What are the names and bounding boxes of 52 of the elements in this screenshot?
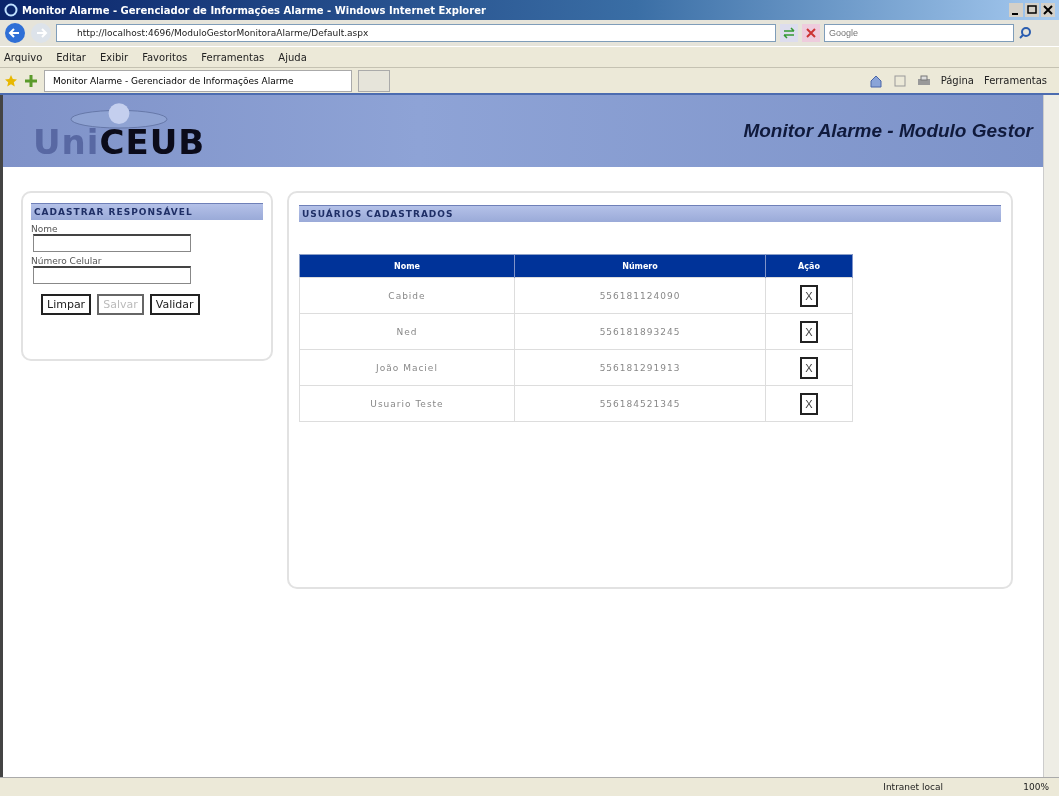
add-favorite-icon[interactable] bbox=[24, 73, 38, 88]
command-menu[interactable]: Página bbox=[940, 75, 974, 86]
delete-button[interactable]: X bbox=[800, 284, 818, 307]
table-cell: 556181893245 bbox=[599, 326, 681, 337]
star-icon[interactable] bbox=[4, 73, 18, 88]
table-cell: Cabide bbox=[388, 290, 426, 301]
maximize-button[interactable] bbox=[1025, 3, 1039, 17]
browser-logo-icon bbox=[4, 3, 18, 17]
delete-button[interactable]: X bbox=[800, 356, 818, 379]
input-field[interactable] bbox=[33, 266, 191, 284]
refresh-icon[interactable] bbox=[780, 24, 798, 42]
table-cell: 556184521345 bbox=[599, 398, 681, 409]
field-label: Número Celular bbox=[31, 256, 103, 266]
delete-button[interactable]: X bbox=[800, 392, 818, 415]
menu-item[interactable]: Favoritos bbox=[142, 51, 188, 63]
stop-icon[interactable] bbox=[802, 24, 820, 42]
form-button[interactable]: Limpar bbox=[41, 294, 92, 315]
address-field[interactable]: http://localhost:4696/ModuloGestorMonitoraAlarme/Default.aspx bbox=[56, 24, 776, 42]
home-icon[interactable] bbox=[868, 73, 883, 88]
menu-item[interactable]: Arquivo bbox=[4, 51, 43, 63]
window-title: Monitor Alarme - Gerenciador de Informações Alarme - Windows Internet Explorer bbox=[22, 4, 487, 16]
table-cell: João Maciel bbox=[376, 362, 438, 373]
table-cell: Ned bbox=[396, 326, 418, 337]
vertical-scrollbar[interactable] bbox=[1043, 95, 1059, 777]
column-header: Número bbox=[514, 254, 766, 278]
section-title: CADASTRAR RESPONSÁVEL bbox=[31, 203, 263, 220]
search-icon[interactable] bbox=[1018, 26, 1032, 40]
delete-button[interactable]: X bbox=[800, 320, 818, 343]
zone-indicator: Intranet local bbox=[883, 782, 944, 792]
back-icon[interactable] bbox=[4, 22, 26, 44]
table-cell: Usuario Teste bbox=[370, 398, 444, 409]
close-button[interactable] bbox=[1041, 3, 1055, 17]
form-button[interactable]: Validar bbox=[149, 294, 200, 315]
section-title: USUÁRIOS CADASTRADOS bbox=[299, 205, 1001, 222]
table-cell: 556181291913 bbox=[599, 362, 681, 373]
new-tab-button[interactable] bbox=[358, 69, 390, 92]
column-header: Nome bbox=[299, 254, 515, 278]
search-field[interactable]: Google bbox=[824, 24, 1014, 42]
column-header: Ação bbox=[765, 254, 853, 278]
menu-item[interactable]: Ajuda bbox=[278, 51, 307, 63]
input-field[interactable] bbox=[33, 234, 191, 252]
browser-tab[interactable]: Monitor Alarme - Gerenciador de Informações Alarme bbox=[44, 69, 352, 92]
page-title: Monitor Alarme - Modulo Gestor bbox=[743, 120, 1033, 142]
minimize-button[interactable] bbox=[1009, 3, 1023, 17]
table-cell: 556181124090 bbox=[599, 290, 681, 301]
field-label: Nome bbox=[31, 224, 59, 234]
menu-item[interactable]: Editar bbox=[56, 51, 86, 63]
menu-item[interactable]: Exibir bbox=[99, 51, 129, 63]
zoom-control[interactable]: 100% bbox=[1023, 782, 1049, 792]
command-menu[interactable]: Ferramentas bbox=[983, 75, 1047, 86]
print-icon[interactable] bbox=[916, 73, 931, 88]
menu-item[interactable]: Ferramentas bbox=[201, 51, 265, 63]
